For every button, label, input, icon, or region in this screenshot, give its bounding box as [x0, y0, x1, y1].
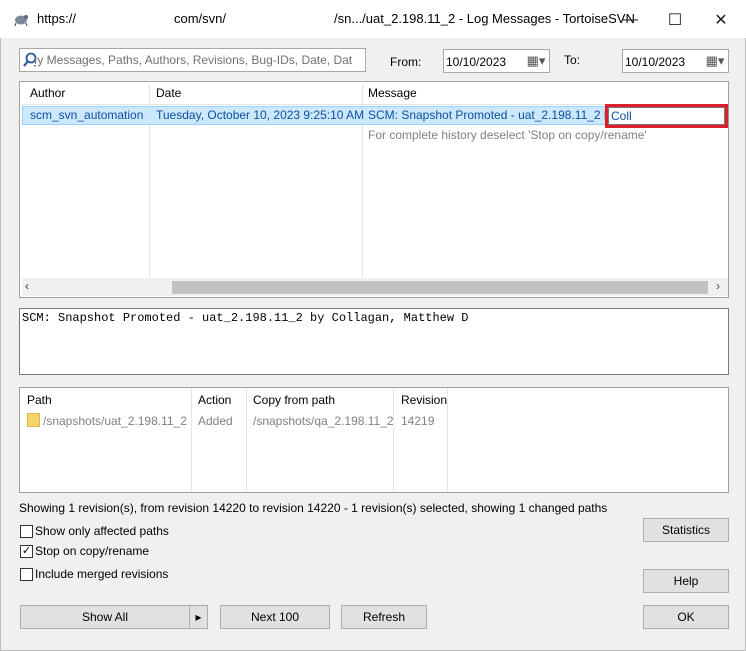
- tortoisesvn-app-icon: [13, 11, 29, 27]
- path-cell[interactable]: /snapshots/uat_2.198.11_2: [43, 414, 187, 428]
- calendar-dropdown-icon[interactable]: ▦▾: [523, 50, 549, 72]
- column-divider: [447, 388, 448, 492]
- show-affected-paths-checkbox[interactable]: [20, 525, 33, 538]
- minimize-icon: —: [622, 11, 638, 28]
- scroll-right-icon[interactable]: ›: [716, 279, 720, 293]
- stop-on-copy-label[interactable]: Stop on copy/rename: [35, 544, 149, 558]
- window-title: /sn.../uat_2.198.11_2 - Log Messages - T…: [334, 11, 635, 26]
- minimize-button[interactable]: —: [607, 6, 653, 34]
- include-merged-label[interactable]: Include merged revisions: [35, 567, 168, 581]
- window-title-repo: com/svn/: [174, 11, 227, 26]
- column-divider: [246, 388, 247, 492]
- copy-from-cell: /snapshots/qa_2.198.11_2: [253, 414, 394, 428]
- scroll-left-icon[interactable]: ‹: [25, 279, 29, 293]
- action-cell: Added: [198, 414, 233, 428]
- to-date-value: 10/10/2023: [625, 55, 686, 69]
- next-100-button[interactable]: Next 100: [220, 605, 330, 629]
- show-all-dropdown-button[interactable]: ▸: [189, 605, 208, 629]
- from-date-value: 10/10/2023: [446, 55, 507, 69]
- calendar-dropdown-icon[interactable]: ▦▾: [702, 50, 728, 72]
- row-date: Tuesday, October 10, 2023 9:25:10 AM: [156, 108, 365, 122]
- show-all-button[interactable]: Show All: [20, 605, 190, 629]
- revision-cell: 14219: [401, 414, 435, 428]
- message-text: SCM: Snapshot Promoted - uat_2.198.11_2 …: [22, 311, 469, 325]
- scrollbar-thumb[interactable]: [172, 281, 708, 294]
- row-author: scm_svn_automation: [30, 108, 144, 122]
- column-divider: [393, 388, 394, 492]
- column-header-message[interactable]: Message: [362, 84, 417, 104]
- stop-on-copy-checkbox[interactable]: ✓: [20, 545, 33, 558]
- show-affected-paths-label[interactable]: Show only affected paths: [35, 524, 169, 538]
- row-message: SCM: Snapshot Promoted - uat_2.198.11_2 …: [368, 108, 617, 122]
- maximize-icon: ☐: [667, 12, 683, 29]
- include-merged-checkbox[interactable]: [20, 568, 33, 581]
- folder-icon: [27, 413, 40, 427]
- from-label: From:: [390, 55, 422, 69]
- column-header-copy-from-path[interactable]: Copy from path: [253, 393, 335, 407]
- status-text: Showing 1 revision(s), from revision 142…: [19, 501, 608, 515]
- search-placeholder: ıy Messages, Paths, Authors, Revisions, …: [34, 53, 353, 67]
- maximize-button[interactable]: ☐: [652, 6, 698, 34]
- column-header-action[interactable]: Action: [198, 393, 231, 407]
- column-divider: [191, 388, 192, 492]
- refresh-button[interactable]: Refresh: [341, 605, 427, 629]
- help-button[interactable]: Help: [643, 569, 729, 593]
- to-label: To:: [564, 53, 581, 67]
- column-header-author[interactable]: Author: [24, 84, 65, 104]
- column-header-date[interactable]: Date: [150, 84, 181, 104]
- statistics-button[interactable]: Statistics: [643, 518, 729, 542]
- close-button[interactable]: ✕: [698, 6, 744, 34]
- close-icon: ✕: [714, 12, 728, 29]
- ok-button[interactable]: OK: [643, 605, 729, 629]
- changed-paths-table: [19, 387, 729, 493]
- window-title-url: https://: [37, 11, 77, 26]
- history-hint: For complete history deselect 'Stop on c…: [368, 128, 647, 142]
- column-header-revision[interactable]: Revision: [401, 393, 447, 407]
- highlight-box: [605, 104, 728, 128]
- column-header-path[interactable]: Path: [27, 393, 52, 407]
- chevron-right-icon: ▸: [195, 610, 202, 624]
